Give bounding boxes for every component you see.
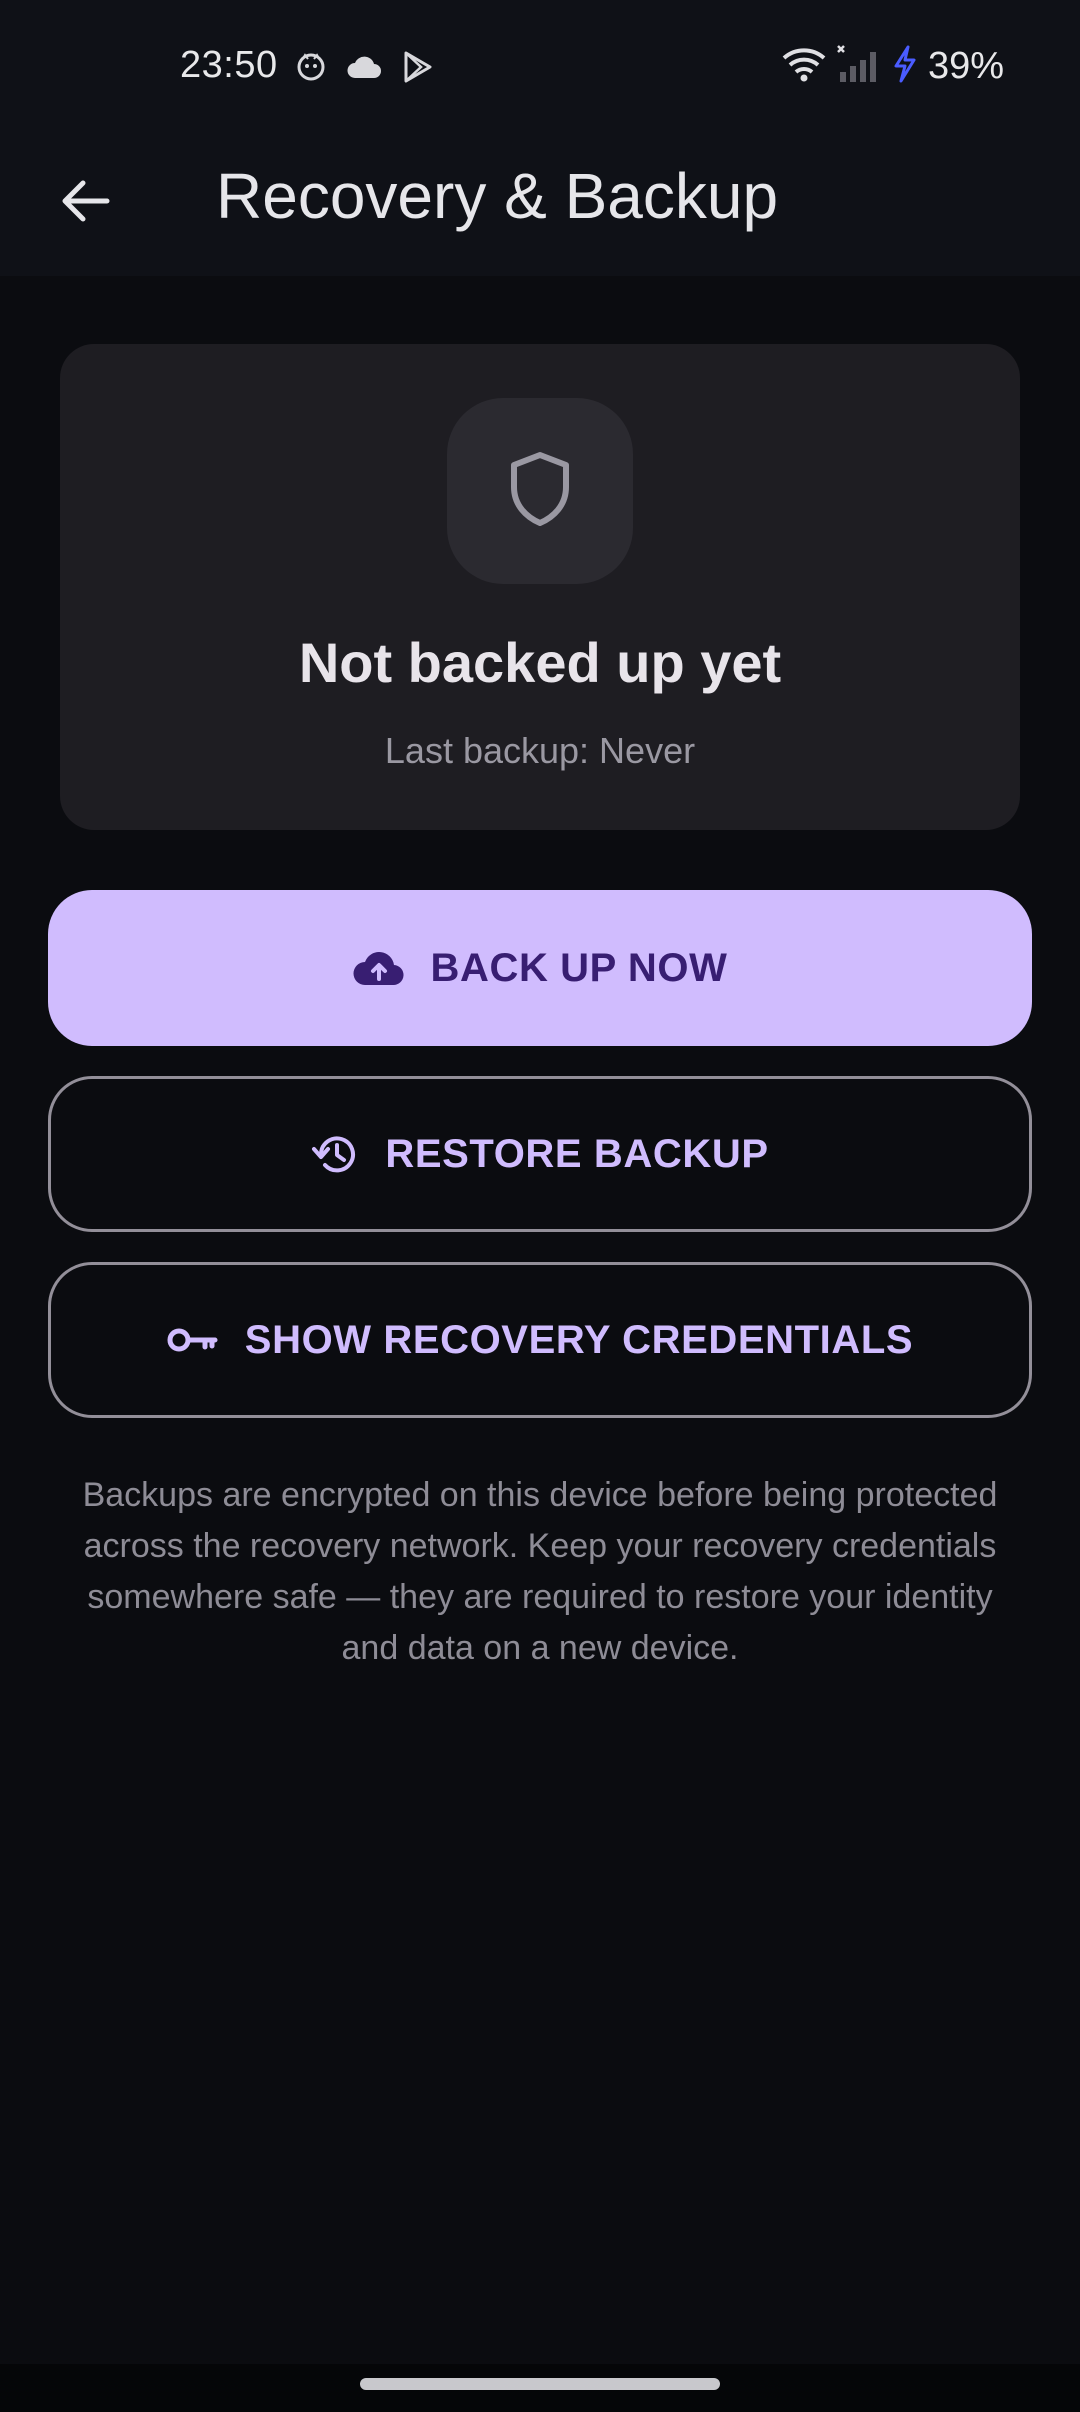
cellular-signal-icon [836, 44, 882, 89]
charging-bolt-icon [892, 45, 918, 88]
page-title: Recovery & Backup [216, 160, 779, 232]
shield-icon [508, 451, 572, 532]
notification-icons [296, 50, 434, 84]
play-store-icon [402, 50, 434, 84]
cloud-upload-icon [353, 949, 405, 987]
key-icon [167, 1325, 219, 1355]
shield-icon-container [447, 398, 633, 584]
arrow-back-icon [59, 175, 111, 232]
cloud-icon [346, 54, 382, 80]
system-indicators: 39% [782, 44, 1004, 89]
restore-backup-label: RESTORE BACKUP [385, 1131, 769, 1176]
app-bar: Recovery & Backup [0, 130, 1080, 276]
home-gesture-handle[interactable] [360, 2378, 720, 2390]
back-up-now-button[interactable]: BACK UP NOW [48, 890, 1032, 1046]
backup-status-card: Not backed up yet Last backup: Never [60, 344, 1020, 830]
back-button[interactable] [40, 158, 130, 248]
show-recovery-credentials-button[interactable]: SHOW RECOVERY CREDENTIALS [48, 1262, 1032, 1418]
backup-status-title: Not backed up yet [298, 631, 782, 694]
backup-info-text: Backups are encrypted on this device bef… [82, 1476, 998, 1667]
show-recovery-credentials-label: SHOW RECOVERY CREDENTIALS [244, 1317, 914, 1362]
cat-face-icon [296, 52, 326, 82]
wifi-icon [782, 46, 826, 87]
battery-percentage: 39% [927, 45, 1004, 87]
status-bar: 23:50 39% [0, 0, 1080, 130]
history-icon [311, 1130, 359, 1178]
gesture-navigation-bar [0, 2364, 1080, 2412]
back-up-now-label: BACK UP NOW [430, 945, 728, 990]
last-backup-text: Last backup: Never [384, 730, 696, 771]
restore-backup-button[interactable]: RESTORE BACKUP [48, 1076, 1032, 1232]
status-time: 23:50 [180, 44, 278, 86]
